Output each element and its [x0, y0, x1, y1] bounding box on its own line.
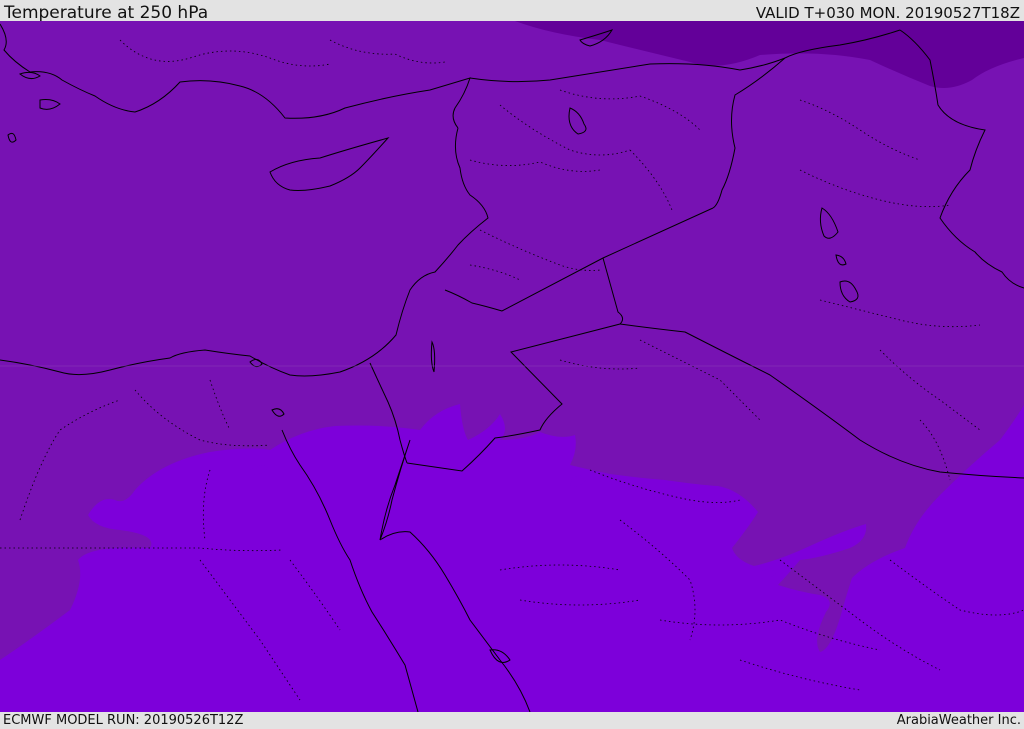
map-panel [0, 21, 1024, 712]
header-bar: Temperature at 250 hPa VALID T+030 MON. … [0, 0, 1024, 23]
credit-label: ArabiaWeather Inc. [896, 713, 1021, 728]
map-title: Temperature at 250 hPa [4, 3, 209, 23]
valid-time: VALID T+030 MON. 20190527T18Z [755, 4, 1020, 22]
model-run-label: ECMWF MODEL RUN: 20190526T12Z [3, 713, 244, 728]
temperature-map [0, 21, 1024, 712]
footer-bar: ECMWF MODEL RUN: 20190526T12Z ArabiaWeat… [0, 712, 1024, 729]
